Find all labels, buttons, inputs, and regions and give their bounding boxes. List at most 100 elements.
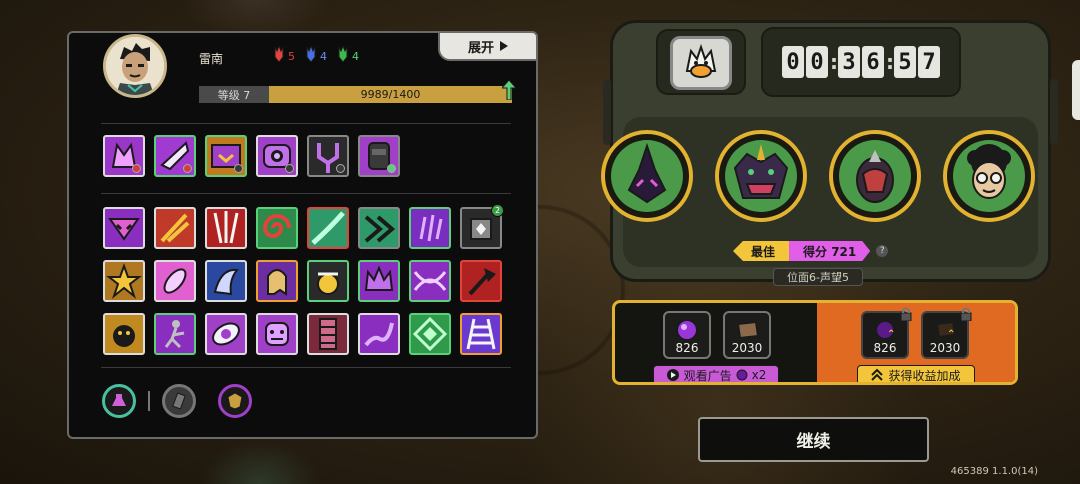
ladder-icon — [466, 318, 496, 350]
skill-blades[interactable] — [205, 207, 247, 249]
bonus-book-value: 2030 — [929, 341, 961, 355]
timer-digit: 6 — [862, 46, 884, 78]
skill-scroll[interactable] — [307, 313, 349, 355]
play-arrow-icon — [500, 41, 508, 51]
expand-button[interactable]: 展开 — [438, 31, 538, 61]
axe-icon — [468, 268, 496, 296]
skill-claw[interactable] — [409, 207, 451, 249]
timer-colon: : — [830, 50, 838, 74]
tab-book[interactable] — [162, 384, 196, 418]
bonus-gem[interactable]: ⌃ 826 — [861, 307, 912, 359]
skill-eye[interactable] — [205, 313, 247, 355]
equipment-slot-trident[interactable] — [307, 135, 349, 177]
book-icon — [172, 392, 186, 410]
skill-orb[interactable] — [307, 260, 349, 302]
spark-icon — [160, 213, 190, 243]
divider — [101, 193, 511, 194]
blue-key: 4 — [305, 45, 327, 63]
shadow-icon — [213, 268, 239, 296]
skill-crown[interactable] — [358, 260, 400, 302]
skill-wave[interactable] — [358, 207, 400, 249]
skill-axe[interactable] — [460, 260, 502, 302]
red-key-count: 5 — [288, 50, 295, 63]
get-bonus-button[interactable]: 获得收益加成 — [857, 365, 975, 382]
skill-row-1: 2 — [103, 204, 504, 249]
skill-spark[interactable] — [154, 207, 196, 249]
skill-chest[interactable]: 2 — [460, 204, 504, 249]
red-key-icon — [274, 45, 284, 63]
skill-diamond[interactable] — [409, 313, 451, 355]
slash-icon — [311, 211, 345, 245]
burst-icon — [106, 263, 142, 299]
tab-emblem[interactable] — [218, 384, 252, 418]
skill-burst[interactable] — [103, 260, 145, 302]
timer-digit: 5 — [894, 46, 916, 78]
skill-shadow[interactable] — [205, 260, 247, 302]
skill-row-2 — [103, 260, 502, 302]
spike-beast-icon — [627, 142, 667, 204]
skill-ghost[interactable] — [256, 260, 298, 302]
tab-potion[interactable] — [102, 384, 136, 418]
edge-tab[interactable] — [1072, 60, 1080, 120]
emblem-icon — [227, 392, 243, 410]
character-panel: 雷南 5 4 4 展开 等级 7 9989/1400 2 — [67, 31, 538, 439]
divider — [101, 367, 511, 368]
skill-spiral[interactable] — [256, 207, 298, 249]
boss-slot-1[interactable] — [601, 130, 693, 222]
feather-icon — [163, 268, 187, 294]
tab-separator — [148, 391, 150, 411]
watch-ad-label: 观看广告 — [683, 368, 732, 383]
duck-mascot-icon — [685, 43, 717, 78]
mascot[interactable] — [670, 36, 732, 90]
continue-button[interactable]: 继续 — [698, 417, 929, 462]
skill-bomb[interactable] — [103, 313, 145, 355]
equipment-slot-bag[interactable] — [358, 135, 400, 177]
bonus-book[interactable]: ⌃ 2030 — [921, 307, 972, 359]
bottom-tabs — [102, 384, 252, 418]
green-key-count: 4 — [352, 50, 359, 63]
skill-face[interactable] — [256, 313, 298, 355]
rarity-dot — [285, 164, 294, 173]
eye-icon — [212, 322, 240, 346]
purple-orb-icon — [676, 319, 698, 341]
scroll-icon — [319, 318, 337, 350]
skill-tentacle[interactable] — [358, 313, 400, 355]
equipment-slot-slash-fist[interactable] — [154, 135, 196, 177]
reward-gem[interactable]: 826 — [663, 311, 711, 359]
claw-icon — [419, 214, 443, 242]
ghost-icon — [267, 269, 287, 296]
bonus-gem-value: 826 — [873, 341, 897, 355]
skill-dancer[interactable] — [154, 313, 196, 355]
timer-digit: 0 — [782, 46, 804, 78]
skill-feather[interactable] — [154, 260, 196, 302]
play-circle-icon — [666, 369, 679, 381]
skill-vortex[interactable] — [409, 260, 451, 302]
crown-icon — [364, 265, 394, 291]
help-icon[interactable]: ? — [876, 245, 889, 257]
avatar[interactable] — [103, 34, 167, 98]
boss-slot-4[interactable] — [943, 130, 1035, 222]
location-label: 位面6-声望5 — [773, 268, 863, 286]
left-knob — [603, 79, 611, 145]
reward-book[interactable]: 2030 — [723, 311, 771, 359]
diamond-icon — [412, 316, 448, 352]
boss-slot-2[interactable] — [715, 130, 807, 222]
blades-icon — [213, 211, 239, 244]
green-key-icon — [338, 45, 348, 63]
rarity-dot — [336, 164, 345, 173]
equipment-slot-claw-beast[interactable] — [103, 135, 145, 177]
blue-key-count: 4 — [320, 50, 327, 63]
skill-mask[interactable] — [103, 207, 145, 249]
countdown-timer: 0 0 : 3 6 : 5 7 — [761, 27, 961, 97]
level-up-arrow-icon[interactable] — [502, 80, 516, 100]
skill-ladder[interactable] — [460, 313, 502, 355]
boss-slot-3[interactable] — [829, 130, 921, 222]
wave-icon — [364, 215, 396, 243]
background-figure-bottom — [200, 440, 320, 484]
rarity-dot — [183, 164, 192, 173]
skill-slash[interactable] — [307, 207, 349, 249]
equipment-slot-eye-device[interactable] — [256, 135, 298, 177]
equipment-slot-vault[interactable] — [205, 135, 247, 177]
skill-row-3 — [103, 313, 502, 355]
watch-ad-button[interactable]: 观看广告 x2 — [653, 365, 779, 383]
